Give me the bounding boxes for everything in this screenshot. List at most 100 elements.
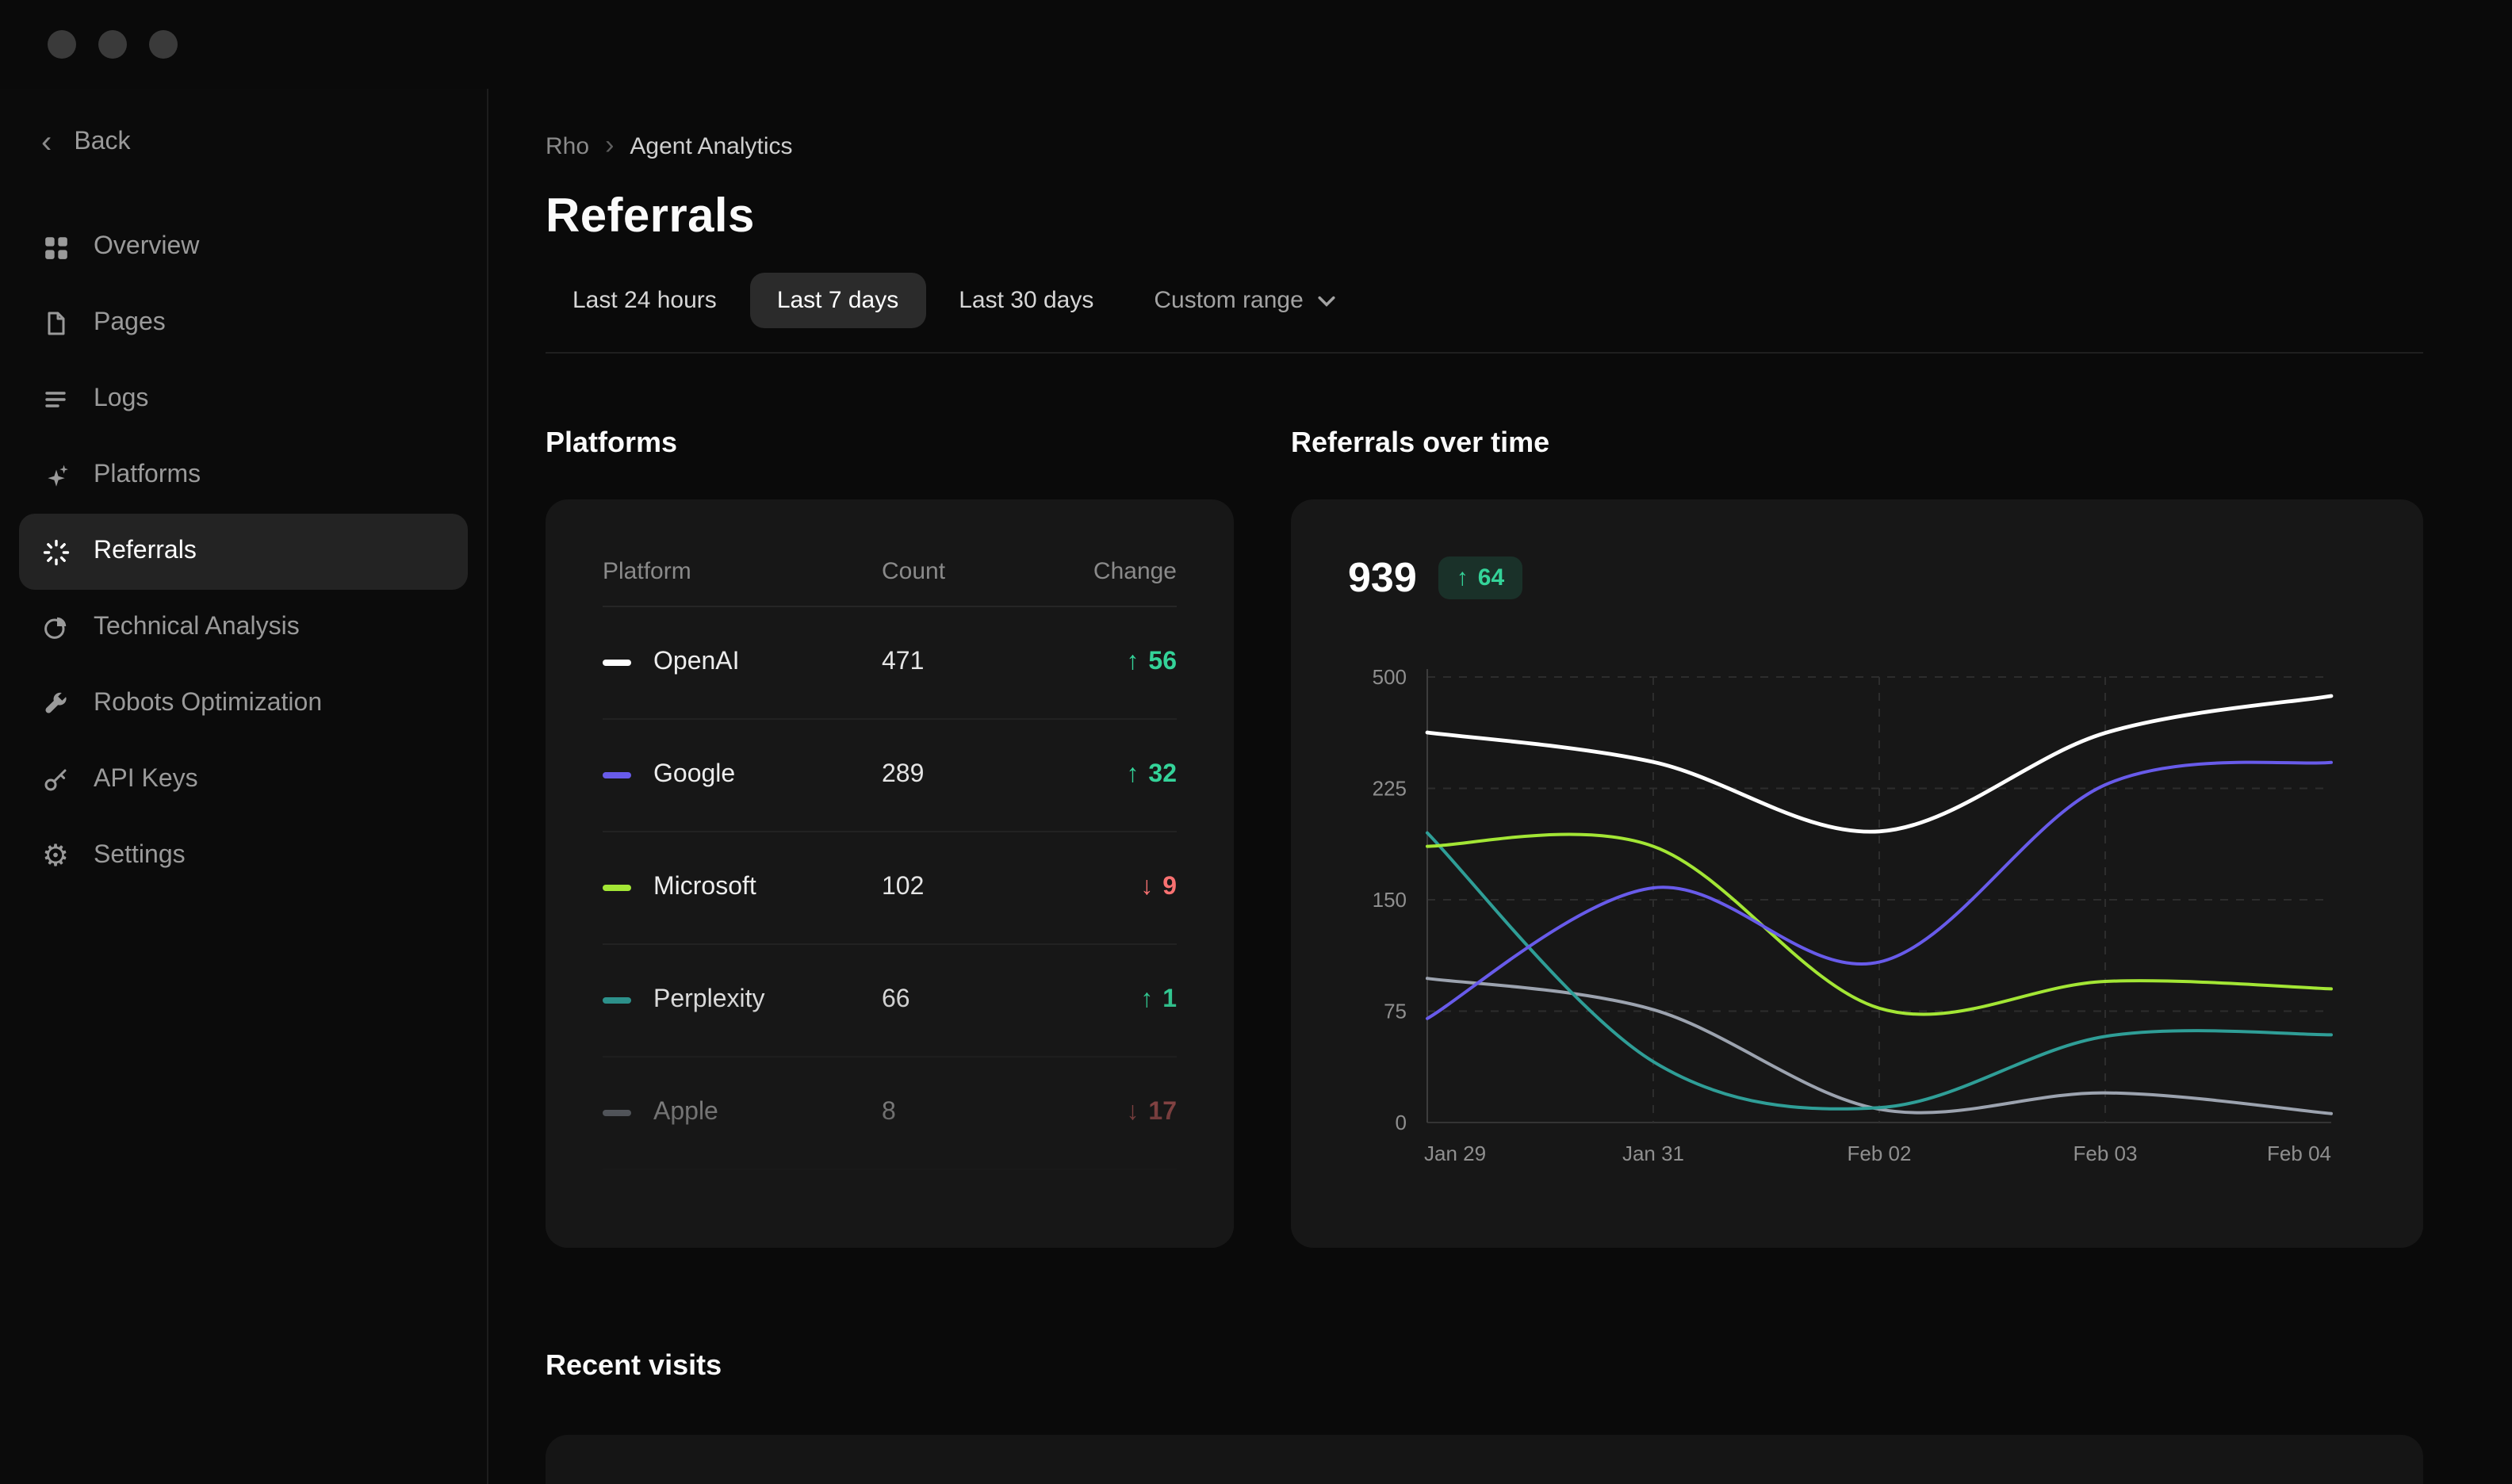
arrow-down-icon: ↓: [1126, 1099, 1139, 1126]
recent-visits-heading: Recent visits: [546, 1349, 722, 1381]
platforms-card: Platform Count Change OpenAI 471 ↑ 56 Goo…: [546, 499, 1234, 1248]
wrench-icon: [41, 690, 70, 718]
arrow-up-icon: ↑: [1456, 564, 1469, 591]
gear-icon: ⚙: [41, 840, 70, 873]
main-content: Rho › Agent Analytics Referrals Last 24 …: [488, 89, 2512, 1484]
svg-text:Feb 04: Feb 04: [2267, 1142, 2331, 1165]
table-row: Apple 8 ↓ 17: [603, 1058, 1177, 1170]
pie-chart-icon: [41, 614, 70, 642]
sidebar-item-settings[interactable]: ⚙ Settings: [19, 818, 468, 894]
sidebar-item-label: Referrals: [94, 537, 197, 564]
sidebar-item-platforms[interactable]: Platforms: [19, 438, 468, 514]
sidebar-item-robots-optimization[interactable]: Robots Optimization: [19, 666, 468, 742]
platform-color-dash: [603, 997, 631, 1004]
svg-text:75: 75: [1384, 1000, 1407, 1023]
table-row: OpenAI 471 ↑ 56: [603, 607, 1177, 720]
sidebar-item-label: Robots Optimization: [94, 690, 323, 717]
platform-name: Microsoft: [653, 874, 756, 901]
platform-name: Bytedance: [653, 1212, 774, 1239]
spinner-icon: [41, 537, 70, 566]
sidebar-item-technical-analysis[interactable]: Technical Analysis: [19, 590, 468, 666]
platform-change: ↓ 9: [1140, 874, 1177, 901]
breadcrumb-root[interactable]: Rho: [546, 132, 589, 159]
sidebar-item-logs[interactable]: Logs: [19, 361, 468, 438]
recent-visits-card: [546, 1435, 2423, 1484]
platform-change: ↑ 1: [1140, 986, 1177, 1013]
chevron-down-icon: [1318, 287, 1335, 314]
sidebar-item-label: Settings: [94, 842, 186, 869]
table-row: Bytedance 3 ↑ 1: [603, 1170, 1177, 1248]
sidebar-item-label: Overview: [94, 233, 200, 260]
filter-last-24-hours[interactable]: Last 24 hours: [546, 273, 744, 328]
svg-text:150: 150: [1373, 888, 1407, 912]
platform-count: 102: [882, 874, 925, 901]
arrow-up-icon: ↑: [1140, 1212, 1154, 1239]
table-row: Perplexity 66 ↑ 1: [603, 945, 1177, 1058]
filter-custom-range[interactable]: Custom range: [1127, 273, 1361, 328]
referrals-total: 939: [1348, 553, 1417, 601]
arrow-up-icon: ↑: [1126, 648, 1139, 675]
platform-color-dash: [603, 1223, 631, 1230]
sparkles-icon: [41, 461, 70, 490]
custom-range-label: Custom range: [1154, 287, 1304, 314]
logs-icon: [41, 385, 70, 414]
sidebar-item-label: Platforms: [94, 461, 201, 488]
sidebar-item-label: Logs: [94, 385, 149, 412]
window-maximize-button[interactable]: [149, 30, 178, 59]
platform-count: 66: [882, 986, 910, 1013]
sidebar-item-overview[interactable]: Overview: [19, 209, 468, 285]
platforms-heading: Platforms: [546, 426, 678, 458]
svg-text:Feb 02: Feb 02: [1848, 1142, 1912, 1165]
window-titlebar: [0, 0, 2512, 89]
table-row: Google 289 ↑ 32: [603, 720, 1177, 832]
back-label: Back: [74, 128, 131, 155]
platforms-section: Platforms Platform Count Change OpenAI 4…: [546, 426, 1234, 1248]
platform-color-dash: [603, 772, 631, 778]
svg-text:Jan 29: Jan 29: [1424, 1142, 1486, 1165]
platform-change: ↑ 32: [1126, 761, 1177, 788]
platform-change: ↑ 56: [1126, 648, 1177, 675]
referrals-over-time-heading: Referrals over time: [1291, 426, 1550, 458]
arrow-up-icon: ↑: [1140, 986, 1154, 1013]
svg-text:Feb 03: Feb 03: [2074, 1142, 2138, 1165]
page-title: Referrals: [546, 190, 755, 243]
arrow-down-icon: ↓: [1140, 874, 1154, 901]
referrals-chart-card: 939 ↑ 64 0 75 150 225 500 Jan 29 Jan 31 Feb 02 F…: [1291, 499, 2423, 1248]
sidebar-nav: Overview Pages Logs Platforms Referrals …: [0, 209, 487, 894]
grid-icon: [41, 233, 70, 262]
window-close-button[interactable]: [48, 30, 76, 59]
referrals-delta-value: 64: [1477, 564, 1505, 591]
time-range-filters: Last 24 hours Last 7 days Last 30 days C…: [546, 273, 2423, 328]
svg-text:0: 0: [1396, 1111, 1407, 1134]
breadcrumb-current[interactable]: Agent Analytics: [630, 132, 792, 159]
sidebar-item-referrals[interactable]: Referrals: [19, 514, 468, 590]
platforms-table: Platform Count Change OpenAI 471 ↑ 56 Goo…: [546, 499, 1234, 1248]
referrals-delta-badge: ↑ 64: [1438, 556, 1522, 599]
sidebar-item-label: Pages: [94, 309, 166, 336]
platform-color-dash: [603, 1110, 631, 1116]
platform-color-dash: [603, 885, 631, 891]
platforms-table-header: Platform Count Change: [603, 537, 1177, 607]
platform-count: 289: [882, 761, 925, 788]
breadcrumb: Rho › Agent Analytics: [546, 130, 2423, 162]
column-platform: Platform: [603, 558, 691, 585]
referrals-over-time-section: Referrals over time 939 ↑ 64 0 75 150 22…: [1291, 426, 2423, 1248]
filter-last-7-days[interactable]: Last 7 days: [749, 273, 926, 328]
window-minimize-button[interactable]: [98, 30, 127, 59]
page-icon: [41, 309, 70, 338]
back-button[interactable]: ‹ Back: [0, 111, 487, 174]
recent-visits-section: Recent visits: [546, 1349, 2423, 1484]
svg-text:225: 225: [1373, 777, 1407, 801]
sidebar-item-label: API Keys: [94, 766, 198, 793]
sidebar-item-label: Technical Analysis: [94, 614, 300, 641]
platform-count: 3: [882, 1212, 896, 1239]
svg-text:500: 500: [1373, 665, 1407, 689]
filter-last-30-days[interactable]: Last 30 days: [932, 273, 1120, 328]
platform-count: 8: [882, 1099, 896, 1126]
platform-count: 471: [882, 648, 925, 675]
sidebar-item-api-keys[interactable]: API Keys: [19, 742, 468, 818]
app-window: ‹ Back Overview Pages Logs Platforms Ref…: [0, 0, 2512, 1484]
platform-name: Perplexity: [653, 986, 765, 1013]
chevron-right-icon: ›: [605, 130, 615, 160]
sidebar-item-pages[interactable]: Pages: [19, 285, 468, 361]
